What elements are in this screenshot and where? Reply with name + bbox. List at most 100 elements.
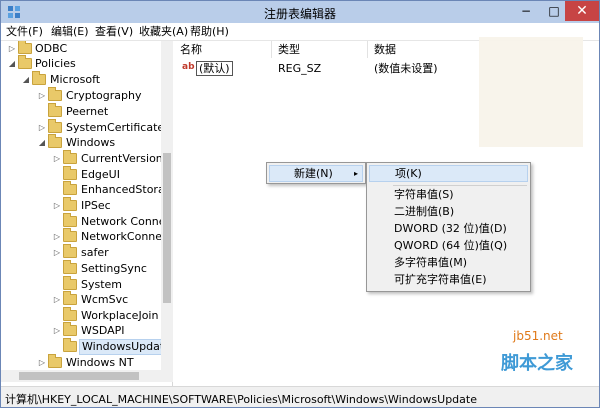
column-header-data[interactable]: 数据 [368, 41, 488, 58]
expand-arrow-icon[interactable]: ▷ [37, 355, 47, 371]
tree-item-label: Cryptography [66, 89, 142, 102]
submenu-arrow-icon: ▸ [354, 169, 359, 178]
tree-item-label: Windows NT [66, 356, 134, 369]
menu-file[interactable]: 文件(F) [6, 24, 43, 40]
new-submenu: 项(K) 字符串值(S) 二进制值(B) DWORD (32 位)值(D) QW… [366, 162, 531, 292]
menu-item-label: 字符串值(S) [394, 188, 454, 201]
site-watermark: jb51.net 脚本之家 [479, 329, 599, 407]
tree-item-label: EdgeUI [81, 168, 120, 181]
folder-icon [63, 197, 77, 211]
column-header-name[interactable]: 名称 [174, 41, 272, 58]
tree-item-label: SystemCertificates [66, 121, 170, 134]
tree-item-label: Peernet [66, 105, 109, 118]
string-value-icon: ab [182, 62, 195, 72]
tree-horizontal-scroll-thumb[interactable] [19, 372, 139, 380]
registry-editor-window: 注册表编辑器 − □ ✕ 文件(F) 编辑(E) 查看(V) 收藏夹(A) 帮助… [0, 0, 600, 408]
watermark-name: 脚本之家 [501, 353, 573, 374]
folder-icon [63, 291, 77, 305]
title-bar: 注册表编辑器 − □ ✕ [1, 1, 599, 23]
folder-icon [48, 119, 62, 133]
menu-item-label: 项(K) [395, 167, 422, 180]
folder-icon [63, 307, 77, 321]
folder-icon [48, 103, 62, 117]
menu-item-dword-value[interactable]: DWORD (32 位)值(D) [369, 221, 528, 238]
minimize-button[interactable]: − [512, 1, 540, 21]
menu-favorites[interactable]: 收藏夹(A) [139, 24, 188, 40]
folder-icon [63, 244, 77, 258]
menu-item-expandable-string-value[interactable]: 可扩充字符串值(E) [369, 272, 528, 289]
folder-open-icon [63, 338, 77, 352]
expand-arrow-icon[interactable]: ▷ [52, 229, 62, 245]
folder-icon [63, 166, 77, 180]
registry-tree: ▷ ODBC ◢ Policies ◢ Microsoft ▷ Cryptogr… [1, 41, 173, 386]
menu-item-label: 多字符串值(M) [394, 256, 468, 269]
expand-arrow-icon[interactable]: ▷ [52, 245, 62, 261]
context-menu: 新建(N) ▸ [266, 162, 366, 184]
maximize-button[interactable]: □ [540, 1, 568, 21]
expand-arrow-icon[interactable]: ▷ [52, 323, 62, 339]
expand-arrow-icon[interactable]: ▷ [52, 292, 62, 308]
tree-item-label: Policies [35, 57, 76, 70]
tree-item-label: NetworkConnecti [81, 230, 173, 243]
window-title: 注册表编辑器 [263, 7, 336, 21]
value-name-edit[interactable]: (默认) [196, 61, 233, 76]
close-button[interactable]: ✕ [565, 1, 599, 21]
tree-vertical-scroll-thumb[interactable] [163, 153, 171, 303]
collapse-arrow-icon[interactable]: ◢ [21, 72, 31, 88]
tree-item-label: Windows [66, 136, 116, 149]
tree-horizontal-scrollbar[interactable] [1, 370, 173, 382]
status-path: 计算机\HKEY_LOCAL_MACHINE\SOFTWARE\Policies… [5, 393, 477, 406]
collapse-arrow-icon[interactable]: ◢ [37, 135, 47, 151]
menu-item-new[interactable]: 新建(N) ▸ [269, 165, 363, 182]
expand-arrow-icon[interactable]: ▷ [52, 151, 62, 167]
folder-icon [63, 322, 77, 336]
tree-item-label: safer [81, 246, 109, 259]
menu-item-label: DWORD (32 位)值(D) [394, 222, 507, 235]
menu-item-label: QWORD (64 位)值(Q) [394, 239, 508, 252]
tree-item-label: SettingSync [81, 262, 147, 275]
collapse-arrow-icon[interactable]: ◢ [7, 56, 17, 72]
folder-icon [63, 213, 77, 227]
folder-icon [48, 87, 62, 101]
folder-icon [48, 354, 62, 368]
folder-icon [63, 150, 77, 164]
menu-edit[interactable]: 编辑(E) [51, 24, 89, 40]
expand-arrow-icon[interactable]: ▷ [37, 120, 47, 136]
tree-item-label: WindowsUpdate [79, 339, 172, 355]
tree-item-label: WSDAPI [81, 324, 125, 337]
tree-item-label: ODBC [35, 42, 68, 55]
menu-help[interactable]: 帮助(H) [190, 24, 229, 40]
folder-icon [18, 41, 32, 54]
menu-separator [393, 185, 527, 186]
value-type: REG_SZ [278, 62, 322, 75]
tree-item-label: Microsoft [50, 73, 101, 86]
menu-item-binary-value[interactable]: 二进制值(B) [369, 204, 528, 221]
expand-arrow-icon[interactable]: ▷ [37, 88, 47, 104]
column-header-type[interactable]: 类型 [272, 41, 368, 58]
menu-item-string-value[interactable]: 字符串值(S) [369, 187, 528, 204]
folder-icon [63, 260, 77, 274]
watermark-backdrop [479, 37, 583, 147]
tree-item-label: System [81, 278, 123, 291]
folder-icon [32, 71, 46, 85]
menu-item-label: 可扩充字符串值(E) [394, 273, 487, 286]
tree-item-label: WorkplaceJoin [81, 309, 159, 322]
menu-item-new-label: 新建(N) [294, 167, 333, 180]
tree-item-label: WcmSvc [81, 293, 129, 306]
folder-icon [63, 276, 77, 290]
menu-item-qword-value[interactable]: QWORD (64 位)值(Q) [369, 238, 528, 255]
folder-icon [63, 228, 77, 242]
folder-icon [18, 55, 32, 69]
folder-icon [48, 134, 62, 148]
watermark-site: jb51.net [513, 329, 563, 343]
expand-arrow-icon[interactable]: ▷ [7, 41, 17, 57]
menu-item-key[interactable]: 项(K) [369, 165, 528, 182]
value-data: (数值未设置) [374, 62, 438, 75]
expand-arrow-icon[interactable]: ▷ [52, 198, 62, 214]
tree-vertical-scrollbar[interactable] [161, 41, 173, 370]
menu-item-multi-string-value[interactable]: 多字符串值(M) [369, 255, 528, 272]
menu-view[interactable]: 查看(V) [95, 24, 133, 40]
tree-item-label: Network Connect [81, 215, 173, 228]
tree-item-label: IPSec [81, 199, 111, 212]
tree-item-label: EnhancedStorage [81, 183, 173, 196]
